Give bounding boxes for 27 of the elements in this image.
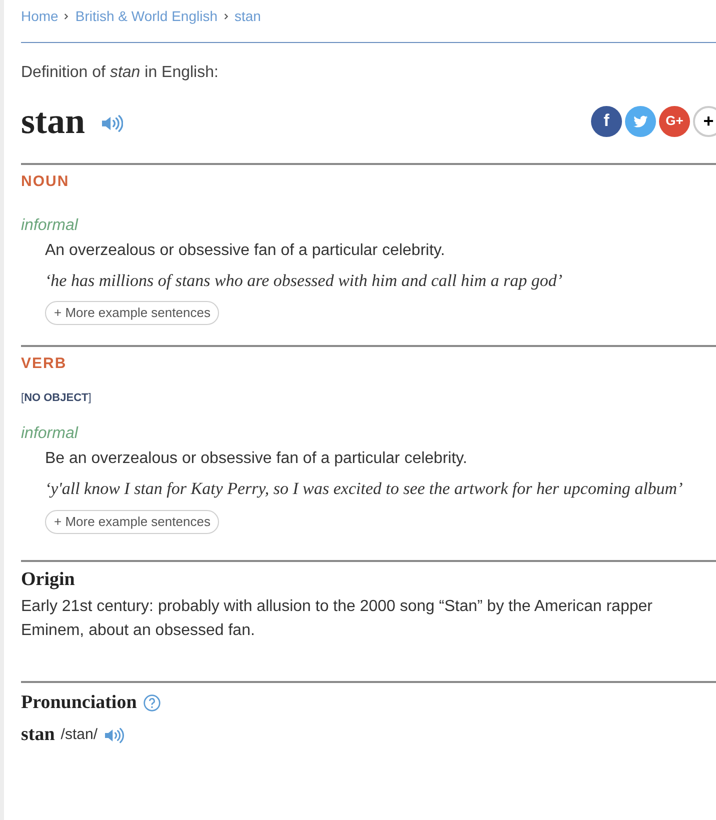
google-plus-share-button[interactable]: G+ — [659, 106, 690, 136]
definition-text: Be an overzealous or obsessive fan of a particular celebrity. — [45, 449, 468, 470]
chevron-icon — [64, 13, 70, 20]
help-icon[interactable] — [142, 694, 161, 712]
part-of-speech: NOUN — [21, 172, 70, 192]
chevron-icon — [224, 13, 228, 20]
example-sentence: ‘he has millions of stans who are obsessed with him and call him a rap god’ — [45, 270, 564, 292]
part-of-speech: VERB — [21, 354, 68, 374]
speaker-icon[interactable] — [103, 726, 124, 744]
section-heading: Pronunciation — [21, 690, 137, 714]
more-examples-button[interactable]: + More example sentences — [45, 510, 220, 534]
phonetic-text: /stan/ — [60, 725, 98, 745]
speaker-icon[interactable] — [100, 114, 124, 132]
register-label: informal — [21, 424, 80, 444]
more-share-button[interactable]: + — [693, 106, 716, 136]
example-sentence: ‘y'all know I stan for Katy Perry, so I was excited to see the artwork for her upcoming album’ — [45, 478, 684, 500]
grammar-label: [NO OBJECT] — [21, 390, 92, 406]
definition-intro: Definition of stan in English: — [21, 63, 220, 83]
more-examples-button[interactable]: + More example sentences — [45, 301, 220, 325]
headword: stan — [21, 103, 86, 139]
section-heading: Origin — [21, 568, 76, 592]
facebook-share-button[interactable]: f — [591, 106, 622, 136]
pronunciation-word: stan — [21, 723, 55, 747]
twitter-share-button[interactable] — [625, 106, 656, 136]
definition-text: An overzealous or obsessive fan of a particular celebrity. — [45, 240, 446, 260]
origin-text: Early 21st century: probably with allusion to the 2000 song “Stan” by the American rapper Eminem, about an obsessed fan. — [21, 596, 654, 640]
register-label: informal — [21, 216, 80, 236]
